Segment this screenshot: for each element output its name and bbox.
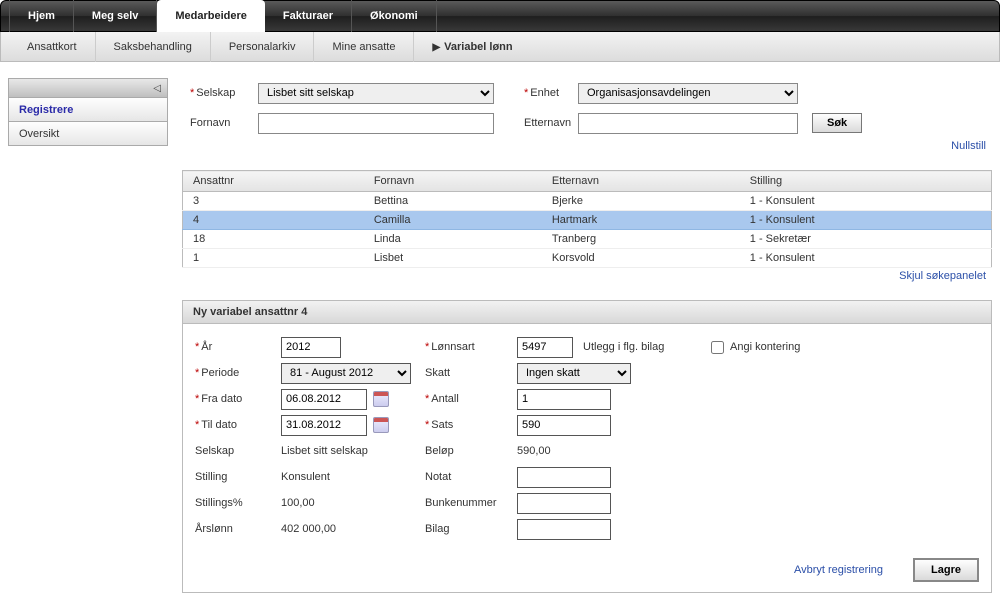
table-cell: Bjerke [542,192,740,211]
calendar-icon[interactable] [373,391,389,407]
top-tab-økonomi[interactable]: Økonomi [352,0,437,32]
sidebar: ◁ RegistrereOversikt [8,78,168,593]
table-header[interactable]: Stilling [740,171,992,192]
table-cell: 1 - Sekretær [740,230,992,249]
til-input[interactable] [281,415,367,436]
selskap-ro-value: Lisbet sitt selskap [281,445,368,457]
sub-tab-ansattkort[interactable]: Ansattkort [9,32,96,62]
selskap-select[interactable]: Lisbet sitt selskap [258,83,494,104]
content-area: *Selskap Lisbet sitt selskap *Enhet Orga… [182,78,992,593]
stillpct-ro-label: Stillings% [191,497,281,509]
aar-input[interactable] [281,337,341,358]
notat-label: Notat [421,471,517,483]
sub-tab-saksbehandling[interactable]: Saksbehandling [96,32,211,62]
reset-link[interactable]: Nullstill [951,140,986,152]
top-tab-fakturaer[interactable]: Fakturaer [265,0,352,32]
etternavn-label: Etternavn [494,117,578,129]
selskap-ro-label: Selskap [191,445,281,457]
notat-input[interactable] [517,467,611,488]
table-row[interactable]: 3BettinaBjerke1 - Konsulent [183,192,992,211]
filter-panel: *Selskap Lisbet sitt selskap *Enhet Orga… [182,78,992,160]
table-cell: 1 - Konsulent [740,211,992,230]
top-tab-medarbeidere[interactable]: Medarbeidere [157,0,265,32]
bilag-label: Bilag [421,523,517,535]
sub-tab-variabel-lønn[interactable]: ▶Variabel lønn [414,32,530,62]
fra-input[interactable] [281,389,367,410]
search-button[interactable]: Søk [812,113,862,133]
antall-label: Antall [431,393,459,405]
fornavn-label: Fornavn [182,117,258,129]
antall-input[interactable] [517,389,611,410]
til-label: Til dato [201,419,237,431]
belop-label: Beløp [421,445,517,457]
collapse-left-icon[interactable]: ◁ [153,83,161,94]
kontering-checkbox[interactable] [711,341,724,354]
table-cell: 1 [183,249,364,268]
periode-label: Periode [201,367,239,379]
top-tab-meg-selv[interactable]: Meg selv [74,0,157,32]
stilling-ro-value: Konsulent [281,471,330,483]
lonnsart-input[interactable] [517,337,573,358]
cancel-link[interactable]: Avbryt registrering [794,564,883,576]
calendar-icon[interactable] [373,417,389,433]
table-cell: Bettina [364,192,542,211]
enhet-label: *Enhet [494,87,578,99]
table-header[interactable]: Fornavn [364,171,542,192]
selskap-label: *Selskap [182,87,258,99]
bunke-label: Bunkenummer [421,497,517,509]
stilling-ro-label: Stilling [191,471,281,483]
aarslonn-ro-label: Årslønn [191,523,281,535]
table-cell: 1 - Konsulent [740,249,992,268]
form-panel: Ny variabel ansattnr 4 *År *Periode81 - … [182,300,992,593]
hide-search-link[interactable]: Skjul søkepanelet [899,270,986,282]
table-row[interactable]: 18LindaTranberg1 - Sekretær [183,230,992,249]
table-header[interactable]: Etternavn [542,171,740,192]
employee-table: AnsattnrFornavnEtternavnStilling 3Bettin… [182,170,992,268]
table-cell: 18 [183,230,364,249]
aarslonn-ro-value: 402 000,00 [281,523,336,535]
table-cell: 4 [183,211,364,230]
top-tab-hjem[interactable]: Hjem [9,0,74,32]
table-cell: Linda [364,230,542,249]
fra-label: Fra dato [201,393,242,405]
bilag-input[interactable] [517,519,611,540]
enhet-select[interactable]: Organisasjonsavdelingen [578,83,798,104]
sidebar-item-oversikt[interactable]: Oversikt [8,122,168,146]
table-row[interactable]: 1LisbetKorsvold1 - Konsulent [183,249,992,268]
belop-value: 590,00 [517,445,551,457]
table-cell: 3 [183,192,364,211]
table-cell: Hartmark [542,211,740,230]
sidebar-item-registrere[interactable]: Registrere [8,98,168,122]
lonnsart-desc: Utlegg i flg. bilag [583,341,664,353]
table-cell: Tranberg [542,230,740,249]
table-cell: Lisbet [364,249,542,268]
stillpct-ro-value: 100,00 [281,497,315,509]
sub-tab-personalarkiv[interactable]: Personalarkiv [211,32,315,62]
bunke-input[interactable] [517,493,611,514]
save-button[interactable]: Lagre [913,558,979,582]
sats-label: Sats [431,419,453,431]
etternavn-input[interactable] [578,113,798,134]
table-cell: Korsvold [542,249,740,268]
sats-input[interactable] [517,415,611,436]
lonnsart-label: Lønnsart [431,341,474,353]
table-cell: 1 - Konsulent [740,192,992,211]
table-header[interactable]: Ansattnr [183,171,364,192]
sidebar-header: ◁ [8,78,168,98]
aar-label: År [201,341,212,353]
sub-tab-bar: AnsattkortSaksbehandlingPersonalarkivMin… [0,32,1000,62]
kontering-label: Angi kontering [730,341,800,353]
skatt-select[interactable]: Ingen skatt [517,363,631,384]
table-cell: Camilla [364,211,542,230]
form-title: Ny variabel ansattnr 4 [183,301,991,324]
top-tab-bar: HjemMeg selvMedarbeidereFakturaerØkonomi [0,0,1000,32]
sub-tab-mine-ansatte[interactable]: Mine ansatte [314,32,414,62]
periode-select[interactable]: 81 - August 2012 [281,363,411,384]
fornavn-input[interactable] [258,113,494,134]
table-row[interactable]: 4CamillaHartmark1 - Konsulent [183,211,992,230]
skatt-label: Skatt [421,367,517,379]
